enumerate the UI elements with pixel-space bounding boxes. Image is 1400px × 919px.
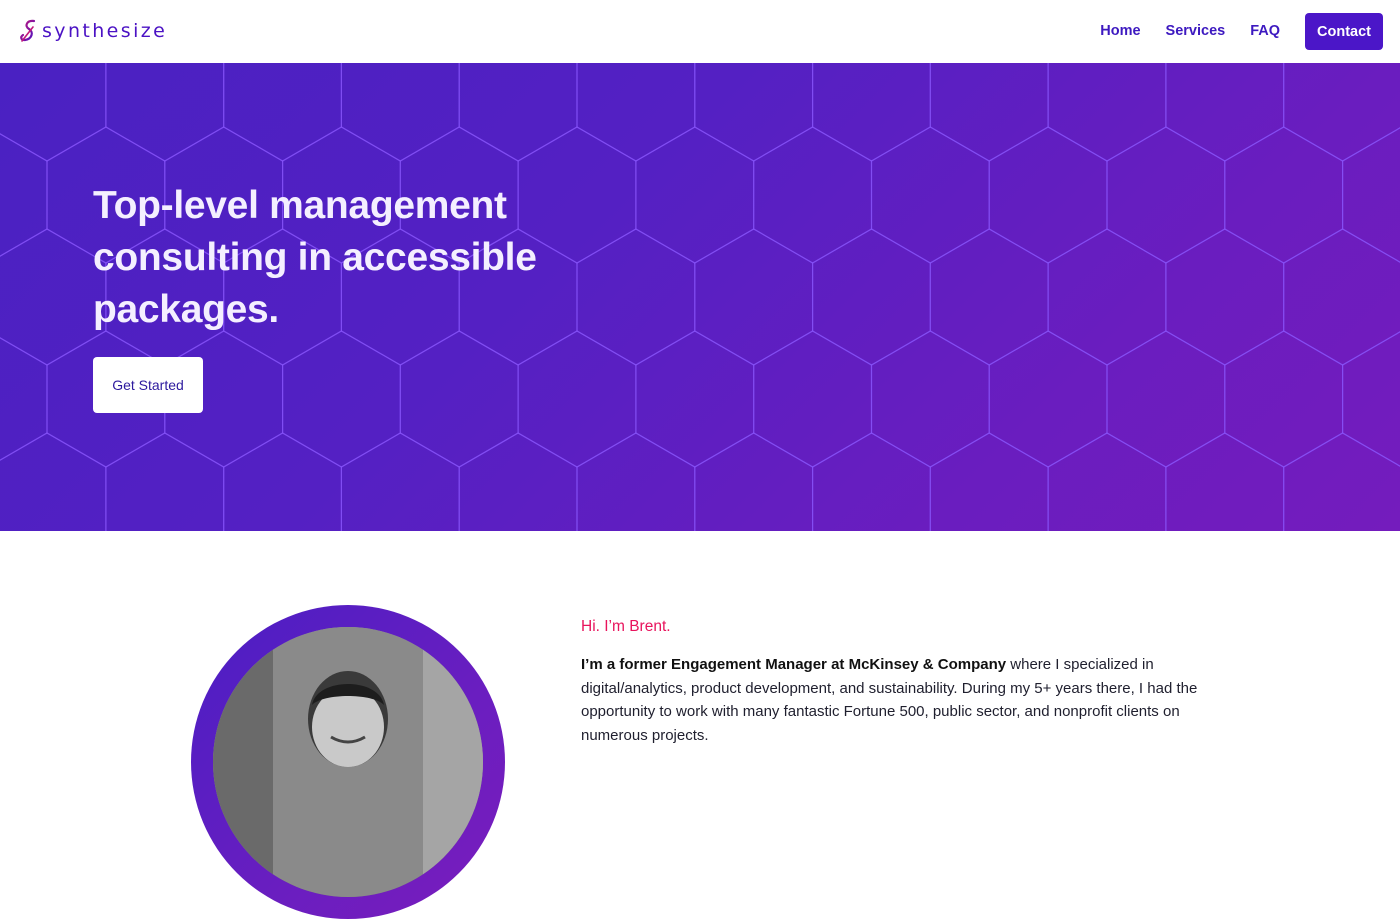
bio-paragraph: I’m a former Engagement Manager at McKin… <box>581 653 1221 747</box>
contact-button[interactable]: Contact <box>1305 13 1383 50</box>
nav-link-faq[interactable]: FAQ <box>1250 13 1280 50</box>
nav-links: Home Services FAQ Contact <box>1100 13 1383 50</box>
portrait-frame <box>191 605 505 919</box>
hero-section: Top-level management consulting in acces… <box>0 63 1400 531</box>
get-started-button[interactable]: Get Started <box>93 357 203 413</box>
logo-text: synthesize <box>42 20 168 42</box>
portrait-photo <box>213 627 483 897</box>
about-section: Hi. I’m Brent. I’m a former Engagement M… <box>581 617 1221 747</box>
logo[interactable]: synthesize <box>18 17 167 45</box>
bio-bold: I’m a former Engagement Manager at McKin… <box>581 656 1007 673</box>
nav-link-services[interactable]: Services <box>1166 13 1226 50</box>
logo-mark-icon <box>20 19 36 42</box>
top-nav: synthesize Home Services FAQ Contact <box>0 0 1400 63</box>
nav-link-home[interactable]: Home <box>1100 13 1140 50</box>
hero-title: Top-level management consulting in acces… <box>93 184 537 331</box>
greeting-heading: Hi. I’m Brent. <box>581 618 671 635</box>
portrait-image <box>213 627 483 897</box>
